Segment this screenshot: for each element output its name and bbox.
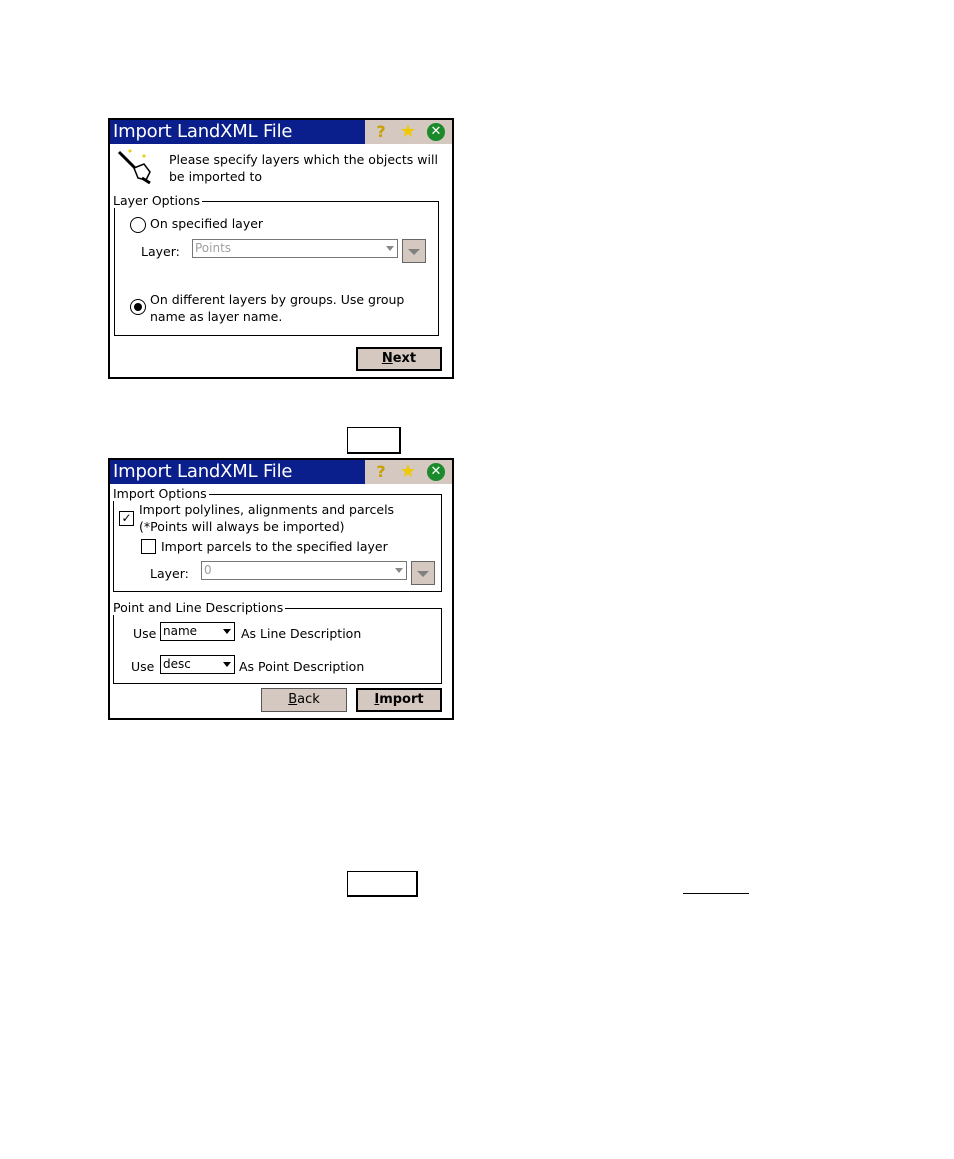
layer-label: Layer: <box>150 566 189 581</box>
help-icon[interactable]: ? <box>371 122 391 142</box>
blank-underline <box>683 893 749 894</box>
line-description-label: As Line Description <box>241 626 362 641</box>
chevron-down-icon <box>417 571 429 577</box>
help-icon[interactable]: ? <box>371 462 391 482</box>
radio-selected-dot <box>134 303 142 311</box>
chevron-down-icon <box>408 249 420 255</box>
intro-text-line1: Please specify layers which the objects … <box>169 152 438 167</box>
layer-select[interactable]: Points <box>192 239 398 258</box>
import-parcels-label: Import parcels to the specified layer <box>161 539 388 554</box>
import-landxml-dialog-layers: Import LandXML File ? ★ ✕ Please specify… <box>108 118 454 379</box>
next-button[interactable]: Next <box>356 347 442 371</box>
import-button-reference-box <box>347 871 418 897</box>
next-button-reference-box <box>347 427 401 454</box>
layer-select-value: 0 <box>204 563 212 577</box>
import-polylines-checkbox[interactable]: ✓ <box>119 511 134 526</box>
layer-label: Layer: <box>141 244 180 259</box>
import-options-label: Import Options <box>113 486 209 501</box>
dialog-title: Import LandXML File <box>113 121 293 142</box>
line-description-value: name <box>163 624 198 638</box>
radio-on-specified-layer-label: On specified layer <box>150 216 264 231</box>
wizard-wand-icon <box>117 149 151 184</box>
import-landxml-dialog-options: Import LandXML File ? ★ ✕ Import Options… <box>108 458 454 720</box>
descriptions-label: Point and Line Descriptions <box>113 600 286 615</box>
back-button[interactable]: Back <box>261 688 347 712</box>
import-parcels-checkbox[interactable] <box>141 539 156 554</box>
chevron-down-icon <box>223 629 231 634</box>
point-description-label: As Point Description <box>239 659 365 674</box>
next-button-label: Next <box>381 351 417 366</box>
back-button-label: Back <box>288 692 320 707</box>
layer-dropdown-button[interactable] <box>411 561 435 585</box>
title-bar: Import LandXML File ? ★ ✕ <box>110 460 452 484</box>
import-polylines-label-line1: Import polylines, alignments and parcels <box>139 502 395 517</box>
close-icon[interactable]: ✕ <box>427 123 445 141</box>
chevron-down-icon <box>386 246 394 251</box>
layer-options-label: Layer Options <box>113 193 203 208</box>
dialog-title: Import LandXML File <box>113 461 293 482</box>
layer-select[interactable]: 0 <box>201 561 407 580</box>
title-icons: ? ★ ✕ <box>365 460 452 484</box>
title-bar: Import LandXML File ? ★ ✕ <box>110 120 452 144</box>
chevron-down-icon <box>223 662 231 667</box>
import-polylines-label-line2: (*Points will always be imported) <box>139 519 345 534</box>
use-label-line: Use <box>133 626 157 641</box>
import-button[interactable]: Import <box>356 688 442 712</box>
point-description-value: desc <box>163 657 191 671</box>
layer-dropdown-button[interactable] <box>402 239 426 263</box>
use-label-point: Use <box>131 659 155 674</box>
layer-select-value: Points <box>195 241 232 255</box>
chevron-down-icon <box>395 568 403 573</box>
star-icon[interactable]: ★ <box>398 462 418 482</box>
title-icons: ? ★ ✕ <box>365 120 452 144</box>
star-icon[interactable]: ★ <box>398 122 418 142</box>
line-description-select[interactable]: name <box>160 622 235 641</box>
close-icon[interactable]: ✕ <box>427 463 445 481</box>
radio-on-different-layers-label-line1: On different layers by groups. Use group <box>150 292 405 307</box>
radio-on-specified-layer[interactable] <box>130 217 146 233</box>
intro-text-line2: be imported to <box>169 169 263 184</box>
radio-on-different-layers-label-line2: name as layer name. <box>150 309 283 324</box>
point-description-select[interactable]: desc <box>160 655 235 674</box>
radio-on-different-layers[interactable] <box>130 299 146 315</box>
import-button-label: Import <box>374 692 424 707</box>
